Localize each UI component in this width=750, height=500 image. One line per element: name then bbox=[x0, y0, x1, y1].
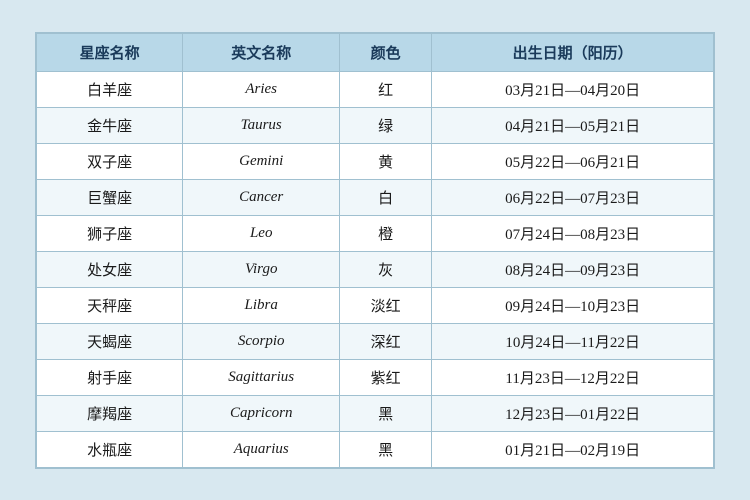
table-row: 狮子座Leo橙07月24日—08月23日 bbox=[37, 215, 714, 251]
cell-english-name: Aries bbox=[183, 71, 340, 107]
cell-color: 黑 bbox=[340, 395, 432, 431]
table-row: 水瓶座Aquarius黑01月21日—02月19日 bbox=[37, 431, 714, 467]
table-row: 处女座Virgo灰08月24日—09月23日 bbox=[37, 251, 714, 287]
table-row: 巨蟹座Cancer白06月22日—07月23日 bbox=[37, 179, 714, 215]
cell-dates: 07月24日—08月23日 bbox=[432, 215, 714, 251]
cell-english-name: Scorpio bbox=[183, 323, 340, 359]
cell-chinese-name: 水瓶座 bbox=[37, 431, 183, 467]
cell-color: 绿 bbox=[340, 107, 432, 143]
cell-dates: 10月24日—11月22日 bbox=[432, 323, 714, 359]
cell-english-name: Sagittarius bbox=[183, 359, 340, 395]
cell-color: 红 bbox=[340, 71, 432, 107]
cell-dates: 08月24日—09月23日 bbox=[432, 251, 714, 287]
table-body: 白羊座Aries红03月21日—04月20日金牛座Taurus绿04月21日—0… bbox=[37, 71, 714, 467]
table-header-row: 星座名称 英文名称 颜色 出生日期（阳历） bbox=[37, 33, 714, 71]
cell-color: 白 bbox=[340, 179, 432, 215]
cell-color: 橙 bbox=[340, 215, 432, 251]
cell-dates: 04月21日—05月21日 bbox=[432, 107, 714, 143]
cell-dates: 09月24日—10月23日 bbox=[432, 287, 714, 323]
cell-dates: 01月21日—02月19日 bbox=[432, 431, 714, 467]
header-color: 颜色 bbox=[340, 33, 432, 71]
cell-chinese-name: 双子座 bbox=[37, 143, 183, 179]
table-row: 天蝎座Scorpio深红10月24日—11月22日 bbox=[37, 323, 714, 359]
cell-dates: 05月22日—06月21日 bbox=[432, 143, 714, 179]
cell-dates: 06月22日—07月23日 bbox=[432, 179, 714, 215]
cell-english-name: Gemini bbox=[183, 143, 340, 179]
cell-english-name: Taurus bbox=[183, 107, 340, 143]
cell-chinese-name: 处女座 bbox=[37, 251, 183, 287]
cell-color: 淡红 bbox=[340, 287, 432, 323]
cell-color: 紫红 bbox=[340, 359, 432, 395]
header-chinese-name: 星座名称 bbox=[37, 33, 183, 71]
cell-english-name: Aquarius bbox=[183, 431, 340, 467]
cell-color: 黑 bbox=[340, 431, 432, 467]
header-english-name: 英文名称 bbox=[183, 33, 340, 71]
table-row: 摩羯座Capricorn黑12月23日—01月22日 bbox=[37, 395, 714, 431]
cell-chinese-name: 摩羯座 bbox=[37, 395, 183, 431]
cell-chinese-name: 天蝎座 bbox=[37, 323, 183, 359]
cell-english-name: Cancer bbox=[183, 179, 340, 215]
zodiac-table: 星座名称 英文名称 颜色 出生日期（阳历） 白羊座Aries红03月21日—04… bbox=[36, 33, 714, 468]
cell-english-name: Leo bbox=[183, 215, 340, 251]
table-row: 白羊座Aries红03月21日—04月20日 bbox=[37, 71, 714, 107]
cell-chinese-name: 射手座 bbox=[37, 359, 183, 395]
header-dates: 出生日期（阳历） bbox=[432, 33, 714, 71]
cell-chinese-name: 狮子座 bbox=[37, 215, 183, 251]
cell-dates: 11月23日—12月22日 bbox=[432, 359, 714, 395]
cell-color: 深红 bbox=[340, 323, 432, 359]
cell-chinese-name: 巨蟹座 bbox=[37, 179, 183, 215]
cell-dates: 03月21日—04月20日 bbox=[432, 71, 714, 107]
cell-english-name: Virgo bbox=[183, 251, 340, 287]
cell-color: 灰 bbox=[340, 251, 432, 287]
cell-chinese-name: 天秤座 bbox=[37, 287, 183, 323]
zodiac-table-container: 星座名称 英文名称 颜色 出生日期（阳历） 白羊座Aries红03月21日—04… bbox=[35, 32, 715, 469]
cell-english-name: Capricorn bbox=[183, 395, 340, 431]
table-row: 双子座Gemini黄05月22日—06月21日 bbox=[37, 143, 714, 179]
cell-dates: 12月23日—01月22日 bbox=[432, 395, 714, 431]
table-row: 射手座Sagittarius紫红11月23日—12月22日 bbox=[37, 359, 714, 395]
cell-english-name: Libra bbox=[183, 287, 340, 323]
cell-color: 黄 bbox=[340, 143, 432, 179]
cell-chinese-name: 白羊座 bbox=[37, 71, 183, 107]
table-row: 金牛座Taurus绿04月21日—05月21日 bbox=[37, 107, 714, 143]
table-row: 天秤座Libra淡红09月24日—10月23日 bbox=[37, 287, 714, 323]
cell-chinese-name: 金牛座 bbox=[37, 107, 183, 143]
